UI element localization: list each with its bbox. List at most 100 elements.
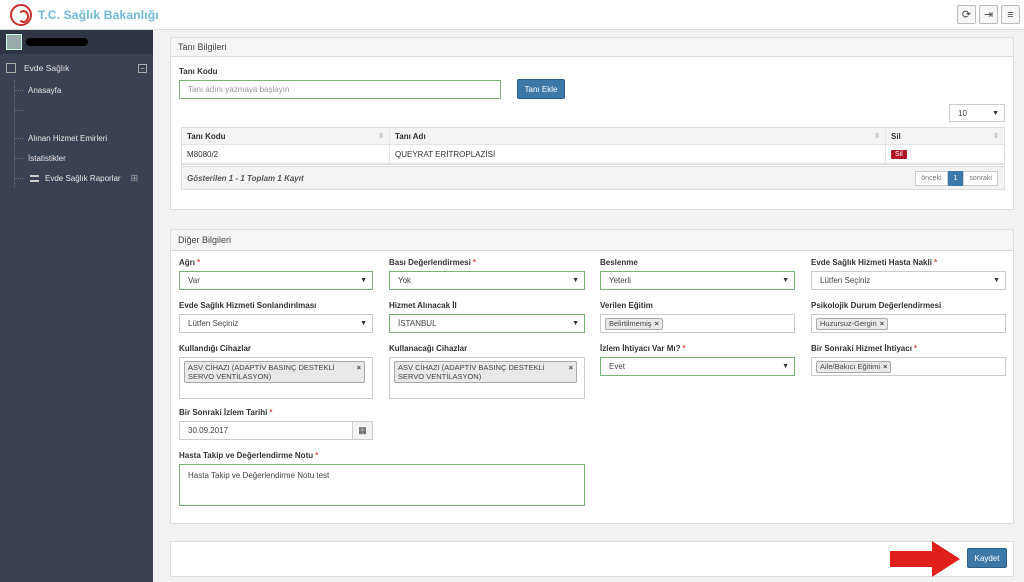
next-visit-date-input[interactable]: 30.09.2017 ▦ bbox=[179, 421, 373, 440]
next-service-multiselect[interactable]: Aile/Bakıcı Eğitimi × bbox=[811, 357, 1006, 376]
remove-tag-icon[interactable]: × bbox=[357, 363, 361, 372]
cell-code: M8080/2 bbox=[182, 145, 390, 163]
expand-icon[interactable]: ⊞ bbox=[131, 173, 139, 184]
psychological-tag: Huzursuz-Gergin × bbox=[816, 317, 889, 330]
pain-label: Ağrı * bbox=[179, 258, 201, 267]
sidebar-item-label: Evde Sağlık Raporlar bbox=[45, 173, 121, 183]
page-size-select[interactable]: 10 ▼ bbox=[949, 104, 1005, 122]
sidebar-item-label: İstatistikler bbox=[28, 153, 66, 163]
logo: T.C. Sağlık Bakanlığı bbox=[10, 3, 159, 27]
column-header-label: Tanı Kodu bbox=[187, 131, 226, 141]
transport-label: Evde Sağlık Hizmeti Hasta Nakli * bbox=[811, 258, 938, 267]
save-button[interactable]: Kaydet bbox=[967, 548, 1007, 568]
next-page-button[interactable]: sonraki bbox=[963, 171, 998, 186]
followup-need-value: Evet bbox=[609, 362, 626, 371]
top-bar: T.C. Sağlık Bakanlığı ⟳ ⇥ ≡ bbox=[0, 0, 1024, 30]
province-label: Hizmet Alınacak İl bbox=[389, 301, 457, 310]
refresh-icon[interactable]: ⟳ bbox=[957, 5, 976, 24]
remove-tag-icon[interactable]: × bbox=[655, 319, 659, 328]
sort-icon: ⇳ bbox=[874, 133, 880, 140]
column-header-label: Tanı Adı bbox=[395, 131, 426, 141]
column-header-code[interactable]: Tanı Kodu ⇳ bbox=[182, 128, 390, 144]
used-devices-tag: ASV CİHAZI (ADAPTİV BASINÇ DESTEKLİ SERV… bbox=[184, 361, 365, 383]
sidebar-item-raporlar[interactable]: Evde Sağlık Raporlar ⊞ bbox=[15, 168, 153, 188]
remove-tag-icon[interactable]: × bbox=[883, 362, 887, 371]
remove-tag-icon[interactable]: × bbox=[569, 363, 573, 372]
chevron-down-icon: ▼ bbox=[572, 320, 579, 327]
followup-need-label: İzlem İhtiyacı Var Mı? * bbox=[600, 344, 686, 353]
chevron-down-icon: ▼ bbox=[360, 320, 367, 327]
table-header: Tanı Kodu ⇳ Tanı Adı ⇳ Sil ⇳ bbox=[182, 128, 1004, 145]
ministry-emblem-icon bbox=[10, 4, 32, 26]
sidebar-item-hizmet-emirleri[interactable]: Alınan Hizmet Emirleri bbox=[15, 128, 153, 148]
next-visit-date-label: Bir Sonraki İzlem Tarihi * bbox=[179, 408, 273, 417]
pain-select[interactable]: Var ▼ bbox=[179, 271, 373, 290]
psychological-label: Psikolojik Durum Değerlendirmesi bbox=[811, 301, 942, 310]
collapse-icon[interactable]: − bbox=[138, 63, 147, 73]
menu-evde-saglik[interactable]: Evde Sağlık − bbox=[0, 56, 153, 80]
pain-value: Var bbox=[188, 276, 200, 285]
psychological-multiselect[interactable]: Huzursuz-Gergin × bbox=[811, 314, 1006, 333]
page-size-value: 10 bbox=[958, 108, 967, 118]
avatar bbox=[6, 34, 22, 50]
diagnosis-table: Tanı Kodu ⇳ Tanı Adı ⇳ Sil ⇳ M8080/2 QUEYRA… bbox=[181, 127, 1005, 165]
chevron-down-icon: ▼ bbox=[992, 110, 999, 117]
remove-tag-icon[interactable]: × bbox=[880, 319, 884, 328]
column-header-delete[interactable]: Sil ⇳ bbox=[886, 128, 1004, 144]
user-row bbox=[0, 30, 153, 54]
education-multiselect[interactable]: Belirtilmemiş × bbox=[600, 314, 795, 333]
diagnosis-panel-title: Tanı Bilgileri bbox=[171, 38, 1013, 57]
chevron-down-icon: ▼ bbox=[360, 277, 367, 284]
building-icon bbox=[6, 63, 16, 73]
pressure-value: Yok bbox=[398, 276, 412, 285]
pressure-select[interactable]: Yok ▼ bbox=[389, 271, 585, 290]
add-diagnosis-button[interactable]: Tanı Ekle bbox=[517, 79, 565, 99]
logo-text: T.C. Sağlık Bakanlığı bbox=[38, 8, 159, 22]
used-devices-multiselect[interactable]: ASV CİHAZI (ADAPTİV BASINÇ DESTEKLİ SERV… bbox=[179, 357, 373, 399]
transport-select[interactable]: Lütfen Seçiniz ▼ bbox=[811, 271, 1006, 290]
chevron-down-icon: ▼ bbox=[782, 363, 789, 370]
diagnosis-search-input[interactable]: Tanı adını yazmaya başlayın bbox=[179, 80, 501, 99]
sidebar-item-istatistikler[interactable]: İstatistikler bbox=[15, 148, 153, 168]
table-footer: Gösterilen 1 - 1 Toplam 1 Kayıt önceki 1… bbox=[181, 166, 1005, 190]
page-1-button[interactable]: 1 bbox=[947, 171, 964, 186]
list-icon bbox=[30, 174, 39, 182]
education-label: Verilen Eğitim bbox=[600, 301, 653, 310]
delete-button[interactable]: Sil bbox=[891, 149, 907, 159]
calendar-icon[interactable]: ▦ bbox=[352, 422, 372, 439]
pressure-label: Bası Değerlendirmesi * bbox=[389, 258, 476, 267]
menu-icon[interactable]: ≡ bbox=[1001, 5, 1020, 24]
sidebar-item-anasayfa[interactable]: Anasayfa bbox=[15, 80, 153, 100]
table-row: M8080/2 QUEYRAT ERİTROPLAZİSİ Sil bbox=[182, 145, 1004, 164]
prev-page-button[interactable]: önceki bbox=[915, 171, 948, 186]
next-service-label: Bir Sonraki Hizmet İhtiyacı * bbox=[811, 344, 918, 353]
note-textarea[interactable]: Hasta Takip ve Değerlendirme Notu test bbox=[179, 464, 585, 506]
province-select[interactable]: İSTANBUL ▼ bbox=[389, 314, 585, 333]
note-value: Hasta Takip ve Değerlendirme Notu test bbox=[188, 471, 330, 480]
nutrition-select[interactable]: Yeterli ▼ bbox=[600, 271, 795, 290]
logout-icon[interactable]: ⇥ bbox=[979, 5, 998, 24]
other-info-panel: Diğer Bilgileri Ağrı * Var ▼ Bası Değerlen… bbox=[170, 229, 1014, 524]
pagination: önceki 1 sonraki bbox=[915, 171, 998, 186]
nutrition-label: Beslenme bbox=[600, 258, 638, 267]
termination-select[interactable]: Lütfen Seçiniz ▼ bbox=[179, 314, 373, 333]
sort-icon: ⇳ bbox=[993, 133, 999, 140]
sidebar-item-empty[interactable] bbox=[15, 100, 153, 120]
action-bar: Kaydet bbox=[170, 541, 1014, 577]
nutrition-value: Yeterli bbox=[609, 276, 631, 285]
next-visit-date-value: 30.09.2017 bbox=[188, 426, 229, 435]
termination-label: Evde Sağlık Hizmeti Sonlandırılması bbox=[179, 301, 317, 310]
province-value: İSTANBUL bbox=[398, 319, 437, 328]
chevron-down-icon: ▼ bbox=[572, 277, 579, 284]
planned-devices-multiselect[interactable]: ASV CİHAZI (ADAPTİV BASINÇ DESTEKLİ SERV… bbox=[389, 357, 585, 399]
followup-need-select[interactable]: Evet ▼ bbox=[600, 357, 795, 376]
cell-name: QUEYRAT ERİTROPLAZİSİ bbox=[390, 145, 886, 163]
sort-icon: ⇳ bbox=[378, 133, 384, 140]
column-header-name[interactable]: Tanı Adı ⇳ bbox=[390, 128, 886, 144]
cell-action: Sil bbox=[886, 145, 1004, 163]
used-devices-label: Kullandığı Cihazlar bbox=[179, 344, 252, 353]
record-count: Gösterilen 1 - 1 Toplam 1 Kayıt bbox=[187, 173, 304, 183]
diagnosis-search-placeholder: Tanı adını yazmaya başlayın bbox=[188, 85, 290, 94]
planned-devices-tag: ASV CİHAZI (ADAPTİV BASINÇ DESTEKLİ SERV… bbox=[394, 361, 577, 383]
termination-value: Lütfen Seçiniz bbox=[188, 319, 239, 328]
